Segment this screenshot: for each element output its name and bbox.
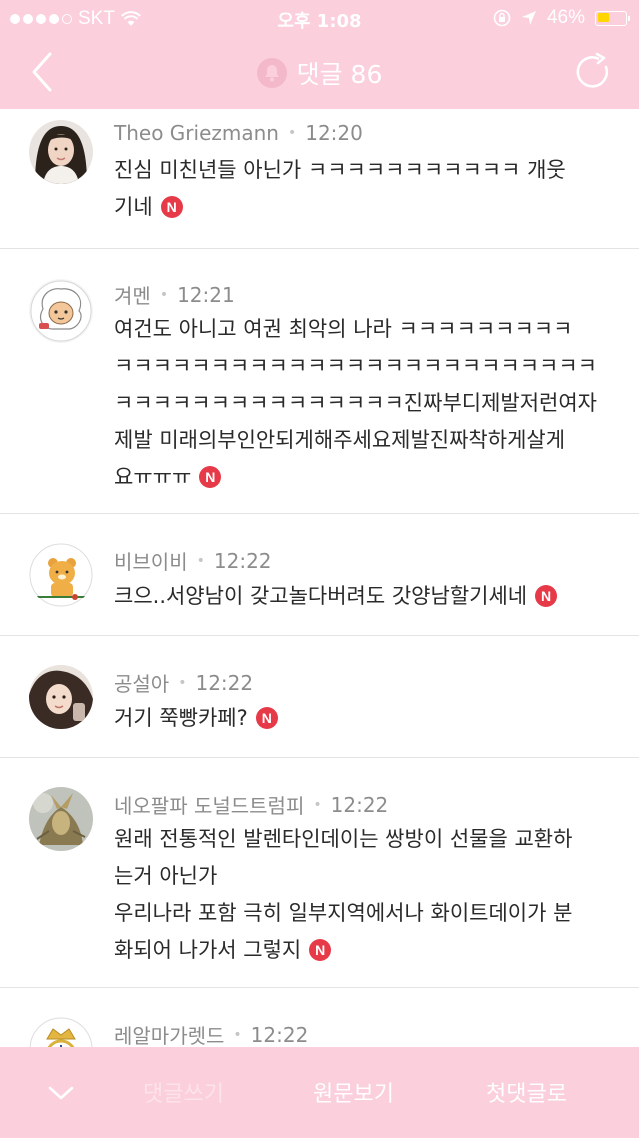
comment-meta: 비브이비 • 12:22 xyxy=(114,546,272,575)
comment-time: 12:22 xyxy=(250,1022,309,1047)
comment-body: 진심 미친년들 아닌가 ㅋㅋㅋㅋㅋㅋㅋㅋㅋㅋㅋ 개웃 기네 N xyxy=(114,152,615,226)
meta-separator: • xyxy=(233,1026,242,1043)
comment-meta: 공설아 • 12:22 xyxy=(114,668,253,697)
meta-separator: • xyxy=(287,125,297,141)
comment-body: 거기 쭉빵카페? N xyxy=(114,700,615,737)
comment-line: 우리나라 포함 극히 일부지역에서나 화이트데이가 분 xyxy=(114,901,573,925)
location-arrow-icon xyxy=(521,11,536,25)
comment-item[interactable]: 비브이비 • 12:22 크으..서양남이 갖고놀다버려도 갓양남할기세네 N xyxy=(0,514,639,636)
comment-line: ㅋㅋㅋㅋㅋㅋㅋㅋㅋㅋㅋㅋㅋㅋㅋ진짜부디제발저런여자 xyxy=(114,391,597,415)
comment-body: 여건도 아니고 여권 최악의 나라 ㅋㅋㅋㅋㅋㅋㅋㅋㅋ ㅋㅋㅋㅋㅋㅋㅋㅋㅋㅋㅋㅋ… xyxy=(114,311,615,496)
comment-line: 원래 전통적인 발렌타인데이는 쌍방이 선물을 교환하 xyxy=(114,827,573,851)
status-bar: SKT 오후 1:08 46% xyxy=(0,0,639,36)
new-badge: N xyxy=(309,939,332,961)
first-comment-button[interactable]: 첫댓글로 xyxy=(486,1076,567,1108)
rotation-lock-icon xyxy=(493,9,511,27)
comment-time: 12:22 xyxy=(330,792,389,817)
comment-line-text: 요ㅠㅠㅠ xyxy=(114,465,192,489)
avatar[interactable] xyxy=(29,543,93,607)
comment-line-last: 화되어 나가서 그렇지 N xyxy=(114,932,615,969)
meta-separator: • xyxy=(196,552,205,569)
page-title: 댓글 86 xyxy=(296,60,383,89)
comment-line: ㅋㅋㅋㅋㅋㅋㅋㅋㅋㅋㅋㅋㅋㅋㅋㅋㅋㅋㅋㅋㅋㅋㅋㅋㅋ xyxy=(114,354,597,378)
comment-time: 12:20 xyxy=(305,121,363,145)
write-comment-button[interactable]: 댓글쓰기 xyxy=(143,1076,224,1108)
comment-line-last: 기네 N xyxy=(114,189,615,226)
avatar[interactable] xyxy=(29,279,93,343)
comment-meta: 네오팔파 도널드트럼피 • 12:22 xyxy=(114,790,388,819)
comments-header: 댓글 86 xyxy=(0,36,639,109)
avatar[interactable] xyxy=(29,787,93,851)
comment-body: 크으..서양남이 갖고놀다버려도 갓양남할기세네 N xyxy=(114,578,615,615)
comment-time: 12:21 xyxy=(177,282,235,307)
header-title-group: 댓글 86 xyxy=(0,55,639,91)
comment-line-last: 요ㅠㅠㅠ N xyxy=(114,459,615,496)
comment-line-text: 화되어 나가서 그렇지 xyxy=(114,938,302,962)
bell-icon[interactable] xyxy=(256,58,287,88)
comment-author[interactable]: Theo Griezmann xyxy=(114,121,279,145)
comment-item[interactable]: 네오팔파 도널드트럼피 • 12:22 원래 전통적인 발렌타인데이는 쌍방이 … xyxy=(0,758,639,988)
battery-level-fill xyxy=(597,13,610,22)
avatar[interactable] xyxy=(29,665,93,729)
comment-author[interactable]: 네오팔파 도널드트럼피 xyxy=(114,790,304,819)
comment-list[interactable]: Theo Griezmann • 12:20 진심 미친년들 아닌가 ㅋㅋㅋㅋㅋ… xyxy=(0,109,639,1108)
comment-line: 진심 미친년들 아닌가 ㅋㅋㅋㅋㅋㅋㅋㅋㅋㅋㅋ 개웃 xyxy=(114,158,566,182)
app-screen: SKT 오후 1:08 46% 댓글 86 Theo Griezmann • 1… xyxy=(0,0,639,1138)
comment-author[interactable]: 겨멘 xyxy=(114,280,151,309)
new-badge: N xyxy=(160,196,183,218)
new-badge: N xyxy=(255,707,278,729)
comment-line: 제발 미래의부인안되게해주세요제발진짜착하게살게 xyxy=(114,428,566,452)
comment-line-last: 거기 쭉빵카페? N xyxy=(114,700,615,737)
view-original-button[interactable]: 원문보기 xyxy=(313,1076,394,1108)
comment-line-last: 크으..서양남이 갖고놀다버려도 갓양남할기세네 N xyxy=(114,578,615,615)
bottom-toolbar: 댓글쓰기 원문보기 첫댓글로 xyxy=(0,1047,639,1138)
comment-item[interactable]: 겨멘 • 12:21 여건도 아니고 여권 최악의 나라 ㅋㅋㅋㅋㅋㅋㅋㅋㅋ ㅋ… xyxy=(0,249,639,514)
comment-author[interactable]: 레알마가렛드 xyxy=(114,1020,224,1049)
comment-author[interactable]: 비브이비 xyxy=(114,546,188,575)
comment-time: 12:22 xyxy=(195,670,254,695)
meta-separator: • xyxy=(313,796,322,813)
comment-item[interactable]: 공설아 • 12:22 거기 쭉빵카페? N xyxy=(0,636,639,758)
comment-line-text: 거기 쭉빵카페? xyxy=(114,706,248,730)
comment-body: 원래 전통적인 발렌타인데이는 쌍방이 선물을 교환하 는거 아닌가 우리나라 … xyxy=(114,821,615,969)
comment-meta: 레알마가렛드 • 12:22 xyxy=(114,1020,308,1049)
comment-item[interactable]: Theo Griezmann • 12:20 진심 미친년들 아닌가 ㅋㅋㅋㅋㅋ… xyxy=(0,109,639,249)
comment-line: 여건도 아니고 여권 최악의 나라 ㅋㅋㅋㅋㅋㅋㅋㅋㅋ xyxy=(114,317,573,341)
new-badge: N xyxy=(535,585,558,607)
avatar[interactable] xyxy=(29,120,93,184)
comment-line-text: 크으..서양남이 갖고놀다버려도 갓양남할기세네 xyxy=(114,584,528,608)
comment-time: 12:22 xyxy=(213,548,272,573)
comment-line-text: 기네 xyxy=(114,195,153,219)
new-badge: N xyxy=(199,466,222,488)
collapse-button[interactable] xyxy=(46,1083,76,1103)
meta-separator: • xyxy=(178,674,187,691)
battery-percent: 46% xyxy=(546,7,585,28)
comment-meta: 겨멘 • 12:21 xyxy=(114,280,235,309)
battery-icon xyxy=(595,10,630,26)
comment-meta: Theo Griezmann • 12:20 xyxy=(114,121,363,145)
status-right: 46% xyxy=(493,7,630,29)
meta-separator: • xyxy=(159,286,169,303)
refresh-button[interactable] xyxy=(573,52,613,92)
comment-line: 는거 아닌가 xyxy=(114,864,218,888)
comment-author[interactable]: 공설아 xyxy=(114,668,169,697)
